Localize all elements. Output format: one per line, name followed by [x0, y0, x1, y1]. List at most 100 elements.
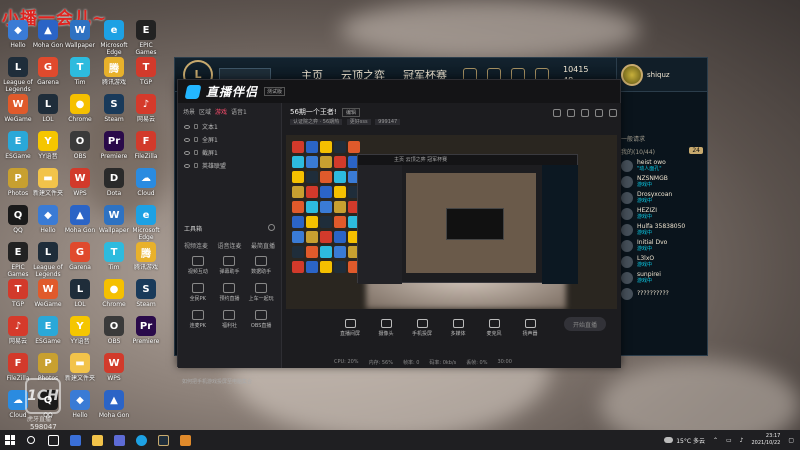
- desktop-icon[interactable]: W Wallpaper: [96, 205, 132, 247]
- source-item[interactable]: 截屏1: [178, 146, 281, 159]
- avatar-icon[interactable]: [553, 109, 561, 117]
- desktop-icon[interactable]: ▬ 新建文件夹: [62, 353, 98, 395]
- desktop-icon[interactable]: O OBS: [96, 316, 132, 358]
- start-stream-button[interactable]: 开始直播: [564, 317, 606, 331]
- source-item[interactable]: 英雄联盟: [178, 159, 281, 172]
- desktop-icon[interactable]: D Dota: [96, 168, 132, 210]
- edge-icon[interactable]: [130, 430, 152, 450]
- bottom-tool-button[interactable]: 麦克风: [482, 319, 506, 337]
- desktop-icon[interactable]: ▲ Moha Gon: [96, 390, 132, 432]
- lock-icon[interactable]: [194, 124, 198, 129]
- desktop-icon[interactable]: ● Chrome: [62, 94, 98, 136]
- desktop-icon[interactable]: T Tim: [62, 57, 98, 99]
- desktop-icon[interactable]: G Garena: [62, 242, 98, 284]
- tool-button[interactable]: 数据助手: [245, 256, 277, 275]
- desktop-icon[interactable]: L LOL: [30, 94, 66, 136]
- volume-icon[interactable]: ♪: [740, 437, 744, 444]
- desktop-icon[interactable]: G Garena: [30, 57, 66, 99]
- bottom-tool-button[interactable]: 直播间屏: [338, 319, 362, 337]
- friend-item[interactable]: Hulfa 35838050 游戏中: [617, 222, 707, 238]
- friend-item[interactable]: L3lxO 游戏中: [617, 254, 707, 270]
- desktop-icon[interactable]: W WPS: [96, 353, 132, 395]
- tool-button[interactable]: 连麦PK: [182, 310, 214, 329]
- bottom-tool-button[interactable]: 扬声器: [518, 319, 542, 337]
- source-item[interactable]: 文本1: [178, 120, 281, 133]
- lock-icon[interactable]: [194, 137, 198, 142]
- tool-button[interactable]: 弹幕助手: [214, 256, 246, 275]
- desktop-icon[interactable]: O OBS: [62, 131, 98, 173]
- bottom-tool-button[interactable]: 多媒体: [446, 319, 470, 337]
- share-icon[interactable]: [609, 109, 617, 117]
- desktop-icon[interactable]: S Steam: [96, 94, 132, 136]
- friend-item[interactable]: heist owo "动人面孔": [617, 158, 707, 174]
- friend-item[interactable]: ??????????: [617, 286, 707, 302]
- friend-item[interactable]: sunpirei 游戏中: [617, 270, 707, 286]
- lol-taskbar-icon[interactable]: [152, 430, 174, 450]
- desktop-icon[interactable]: ◆ Hello: [62, 390, 98, 432]
- tool-tab-simple[interactable]: 最简直播: [251, 241, 275, 250]
- visibility-eye-icon[interactable]: [184, 163, 190, 168]
- desktop-icon[interactable]: ▬ 新建文件夹: [30, 168, 66, 210]
- tool-button[interactable]: 福利社: [214, 310, 246, 329]
- desktop-icon[interactable]: W Wallpaper: [62, 20, 98, 62]
- start-button[interactable]: [0, 430, 20, 450]
- desktop-icon[interactable]: 腾腾讯游戏: [96, 57, 132, 99]
- desktop-icon[interactable]: F FileZilla: [128, 131, 164, 173]
- search-icon[interactable]: [20, 430, 42, 450]
- tool-button[interactable]: 预约直播: [214, 283, 246, 302]
- task-view-icon[interactable]: [42, 430, 64, 450]
- meta-category[interactable]: 认证院之弈 · 56期热: [290, 119, 343, 125]
- lol-profile[interactable]: shiquz: [617, 58, 707, 92]
- friend-section-mine[interactable]: 我的(10/44): [621, 149, 655, 156]
- desktop-icon[interactable]: ▲ Moha Gon: [30, 20, 66, 62]
- desktop-icon[interactable]: S Steam: [128, 279, 164, 321]
- notification-icon[interactable]: ▢: [788, 437, 794, 444]
- tool-button[interactable]: 视频互动: [182, 256, 214, 275]
- bottom-tool-button[interactable]: 摄像头: [374, 319, 398, 337]
- desktop-icon[interactable]: W WPS: [62, 168, 98, 210]
- desktop-icon[interactable]: E EPIC Games Launcher: [128, 20, 164, 62]
- tray-chevron-icon[interactable]: ⌃: [713, 437, 718, 444]
- friend-item[interactable]: NZSNMGB 游戏中: [617, 174, 707, 190]
- widgets-icon[interactable]: [64, 430, 86, 450]
- stream-app-taskbar-icon[interactable]: [174, 430, 196, 450]
- desktop-icon[interactable]: E ESGame: [30, 316, 66, 358]
- tool-tab-audio[interactable]: 语音连麦: [217, 241, 241, 250]
- tab-voice[interactable]: 语音1: [231, 107, 247, 116]
- tab-game[interactable]: 游戏: [215, 107, 227, 116]
- tab-scene[interactable]: 场景: [183, 107, 195, 116]
- desktop-icon[interactable]: T TGP: [128, 57, 164, 99]
- gift-icon[interactable]: [567, 109, 575, 117]
- file-explorer-icon[interactable]: [86, 430, 108, 450]
- tool-button[interactable]: OBS直播: [245, 310, 277, 329]
- bottom-tool-button[interactable]: 手机投屏: [410, 319, 434, 337]
- lock-icon[interactable]: [194, 150, 198, 155]
- desktop-icon[interactable]: ▲ Moha Gon: [62, 205, 98, 247]
- notice-link[interactable]: 如何把手机游戏投屏至电脑集合: [182, 378, 252, 385]
- desktop-icon[interactable]: ◆ Hello: [30, 205, 66, 247]
- source-item[interactable]: 全屏1: [178, 133, 281, 146]
- desktop-icon[interactable]: e Microsoft Edge: [128, 205, 164, 247]
- desktop-icon[interactable]: T Tim: [96, 242, 132, 284]
- visibility-eye-icon[interactable]: [184, 150, 190, 155]
- tool-tab-video[interactable]: 视频连麦: [184, 241, 208, 250]
- network-icon[interactable]: ▭: [726, 437, 732, 444]
- store-icon[interactable]: [108, 430, 130, 450]
- tab-region[interactable]: 区域: [199, 107, 211, 116]
- desktop-icon[interactable]: 腾腾讯游戏: [128, 242, 164, 284]
- desktop-icon[interactable]: W WeGame: [30, 279, 66, 321]
- desktop-icon[interactable]: Y YY语音: [30, 131, 66, 173]
- desktop-icon[interactable]: L LOL: [62, 279, 98, 321]
- clock[interactable]: 23:17 2021/10/22: [752, 433, 781, 447]
- tool-button[interactable]: 上车一起玩: [245, 283, 277, 302]
- mail-icon[interactable]: [581, 109, 589, 117]
- friend-item[interactable]: Initial Dvo 游戏中: [617, 238, 707, 254]
- desktop-icon[interactable]: e Microsoft Edge: [96, 20, 132, 62]
- desktop-icon[interactable]: Pr Premiere: [128, 316, 164, 358]
- toolbox-collapse-icon[interactable]: [268, 224, 275, 231]
- weather[interactable]: 15°C 多云: [664, 436, 705, 445]
- desktop-icon[interactable]: Y YY语音: [62, 316, 98, 358]
- desktop-icon[interactable]: ♪ 网易云: [128, 94, 164, 136]
- desktop-icon[interactable]: ● Chrome: [96, 279, 132, 321]
- visibility-eye-icon[interactable]: [184, 137, 190, 142]
